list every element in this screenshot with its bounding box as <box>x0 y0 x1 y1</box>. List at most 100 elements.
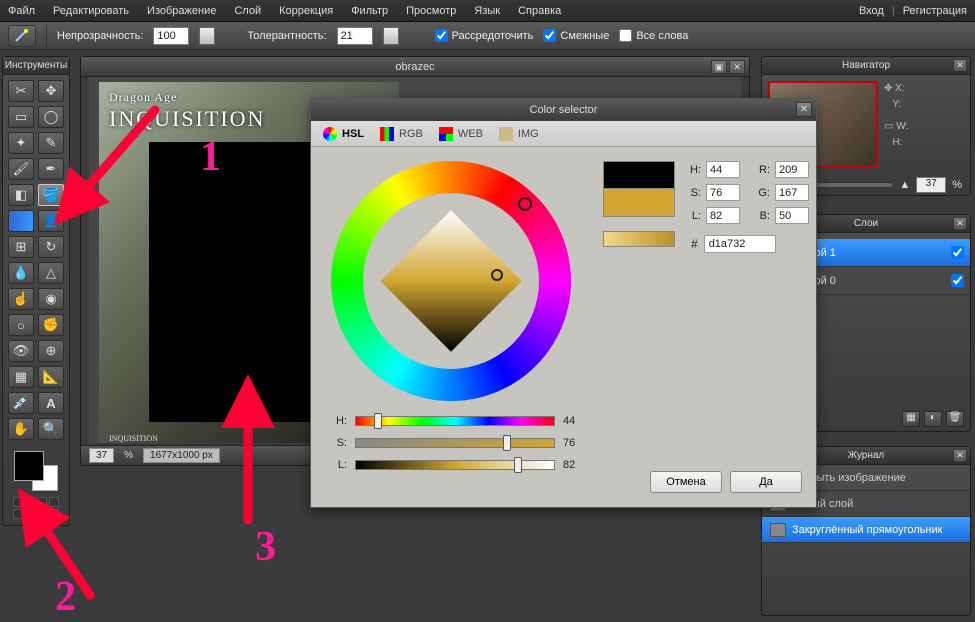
hand-tool[interactable]: ✋ <box>8 418 34 440</box>
tab-hsl[interactable]: HSL <box>323 124 364 144</box>
zoom-pct: % <box>124 450 133 461</box>
burn-tool[interactable]: ✊ <box>38 314 64 336</box>
login-link[interactable]: Вход <box>859 5 884 17</box>
gradient-swatch[interactable] <box>603 231 675 247</box>
sat-slider[interactable] <box>355 438 555 448</box>
tolerance-spinner[interactable] <box>383 27 399 45</box>
gradient-tool[interactable] <box>8 210 34 232</box>
alllayers-checkbox[interactable] <box>619 29 632 42</box>
tab-label: RGB <box>399 128 423 140</box>
b-label: B: <box>756 210 770 222</box>
menu-view[interactable]: Просмотр <box>406 5 456 17</box>
canvas-dimensions: 1677x1000 px <box>143 448 220 463</box>
opacity-input[interactable] <box>153 27 189 45</box>
l-slider-value: 82 <box>563 459 591 471</box>
menu-edit[interactable]: Редактировать <box>53 5 129 17</box>
g-input[interactable] <box>775 184 809 201</box>
menu-language[interactable]: Язык <box>474 5 500 17</box>
cancel-button[interactable]: Отмена <box>650 471 722 493</box>
eyedropper-tool[interactable]: 💉 <box>8 392 34 414</box>
crop-tool[interactable]: ✂ <box>8 80 34 102</box>
zoom-in-icon[interactable]: ▲ <box>899 179 910 191</box>
tab-rgb[interactable]: RGB <box>380 124 423 144</box>
layer-mask-icon[interactable]: ◐ <box>924 411 942 427</box>
ok-button[interactable]: Да <box>730 471 802 493</box>
tab-label: HSL <box>342 128 364 140</box>
l-input[interactable] <box>706 207 740 224</box>
dialog-close-icon[interactable]: ✕ <box>796 102 812 117</box>
wand-tool[interactable]: ✦ <box>8 132 34 154</box>
color-swatches[interactable] <box>14 451 58 491</box>
hue-handle[interactable] <box>518 197 532 211</box>
sharpen-tool[interactable]: △ <box>38 262 64 284</box>
stamp-tool[interactable]: ⊞ <box>8 236 34 258</box>
document-title: obrazec <box>395 61 434 73</box>
move-tool[interactable]: ✥ <box>38 80 64 102</box>
nav-zoom-value[interactable]: 37 <box>916 177 946 193</box>
marquee-tool[interactable]: ▭ <box>8 106 34 128</box>
light-slider[interactable] <box>355 460 555 470</box>
zoom-value[interactable]: 37 <box>89 448 114 463</box>
hue-slider[interactable] <box>355 416 555 426</box>
blur-tool[interactable]: 💧 <box>8 262 34 284</box>
image-text-bottom: INQUISITION <box>109 434 158 443</box>
s-input[interactable] <box>706 184 740 201</box>
color-wheel[interactable] <box>331 161 571 401</box>
brush-tool[interactable]: 🖌 <box>8 158 34 180</box>
menu-layer[interactable]: Слой <box>234 5 261 17</box>
tab-web[interactable]: WEB <box>439 124 483 144</box>
layer-visibility-checkbox[interactable] <box>951 246 964 259</box>
eraser-tool[interactable]: ◧ <box>8 184 34 206</box>
alllayers-label: Все слова <box>636 30 688 42</box>
menu-image[interactable]: Изображение <box>147 5 216 17</box>
mini-palette[interactable] <box>13 497 59 519</box>
new-color-swatch[interactable] <box>603 189 675 217</box>
clone-tool[interactable]: 👤 <box>38 210 64 232</box>
dodge-tool[interactable]: ○ <box>8 314 34 336</box>
foreground-color[interactable] <box>14 451 44 481</box>
history-close-icon[interactable]: ✕ <box>953 449 967 462</box>
layer-visibility-checkbox[interactable] <box>951 274 964 287</box>
layers-close-icon[interactable]: ✕ <box>953 217 967 230</box>
opacity-spinner[interactable] <box>199 27 215 45</box>
register-link[interactable]: Регистрация <box>903 5 967 17</box>
measure-tool[interactable]: 📐 <box>38 366 64 388</box>
tolerance-input[interactable] <box>337 27 373 45</box>
lasso-tool[interactable]: ◯ <box>38 106 64 128</box>
type-tool[interactable]: A <box>38 392 64 414</box>
r-label: R: <box>756 164 770 176</box>
close-button[interactable]: ✕ <box>729 60 745 74</box>
bucket-tool[interactable]: 🪣 <box>38 184 64 206</box>
pen-tool[interactable]: ✒ <box>38 158 64 180</box>
menu-adjust[interactable]: Коррекция <box>279 5 333 17</box>
zoom-tool[interactable]: 🔍 <box>38 418 64 440</box>
h-input[interactable] <box>706 161 740 178</box>
contiguous-checkbox[interactable] <box>543 29 556 42</box>
menu-filter[interactable]: Фильтр <box>351 5 388 17</box>
hex-input[interactable] <box>704 235 776 253</box>
old-color-swatch[interactable] <box>603 161 675 189</box>
shape-tool[interactable]: ▦ <box>8 366 34 388</box>
tools-panel: Инструменты ✂ ✥ ▭ ◯ ✦ ✎ 🖌 ✒ ◧ 🪣 👤 ⊞ ↻ 💧 … <box>2 56 70 526</box>
maximize-button[interactable]: ▣ <box>711 60 727 74</box>
new-layer-icon[interactable]: ▦ <box>902 411 920 427</box>
tab-img[interactable]: IMG <box>499 124 539 144</box>
navigator-close-icon[interactable]: ✕ <box>953 59 967 72</box>
rect-icon <box>770 523 786 537</box>
antialias-checkbox[interactable] <box>435 29 448 42</box>
spot-tool[interactable]: ⊕ <box>38 340 64 362</box>
sl-handle[interactable] <box>491 269 503 281</box>
smudge-tool[interactable]: ☝ <box>8 288 34 310</box>
b-input[interactable] <box>775 207 809 224</box>
history-item[interactable]: Закруглённый прямоугольник <box>762 517 970 543</box>
sponge-tool[interactable]: ◉ <box>38 288 64 310</box>
replace-tool[interactable]: ↻ <box>38 236 64 258</box>
menu-help[interactable]: Справка <box>518 5 561 17</box>
tool-preset-icon[interactable] <box>8 25 36 47</box>
pencil-tool[interactable]: ✎ <box>38 132 64 154</box>
redeye-tool[interactable]: 👁 <box>8 340 34 362</box>
nav-x-label: X: <box>895 83 904 94</box>
r-input[interactable] <box>775 161 809 178</box>
delete-layer-icon[interactable]: 🗑 <box>946 411 964 427</box>
menu-file[interactable]: Файл <box>8 5 35 17</box>
